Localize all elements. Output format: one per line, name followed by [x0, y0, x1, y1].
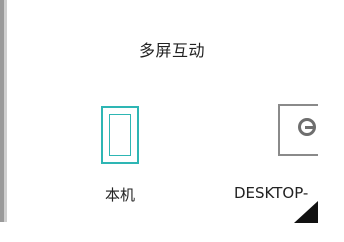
- device-item-local[interactable]: 本机: [80, 100, 160, 204]
- device-label-desktop: DESKTOP-: [234, 184, 309, 202]
- phone-icon: [101, 106, 139, 164]
- cast-logo-icon: [298, 118, 316, 136]
- corner-shadow: [294, 201, 318, 223]
- dialog-title: 多屏互动: [138, 41, 205, 60]
- left-edge-divider: [0, 0, 7, 222]
- phone-screen: [109, 114, 131, 156]
- right-edge-mask: [318, 0, 344, 242]
- device-label-local: 本机: [104, 186, 135, 204]
- bottom-edge-mask: [0, 222, 344, 242]
- multi-screen-dialog: 多屏互动 本机 DESKTOP-: [0, 0, 344, 242]
